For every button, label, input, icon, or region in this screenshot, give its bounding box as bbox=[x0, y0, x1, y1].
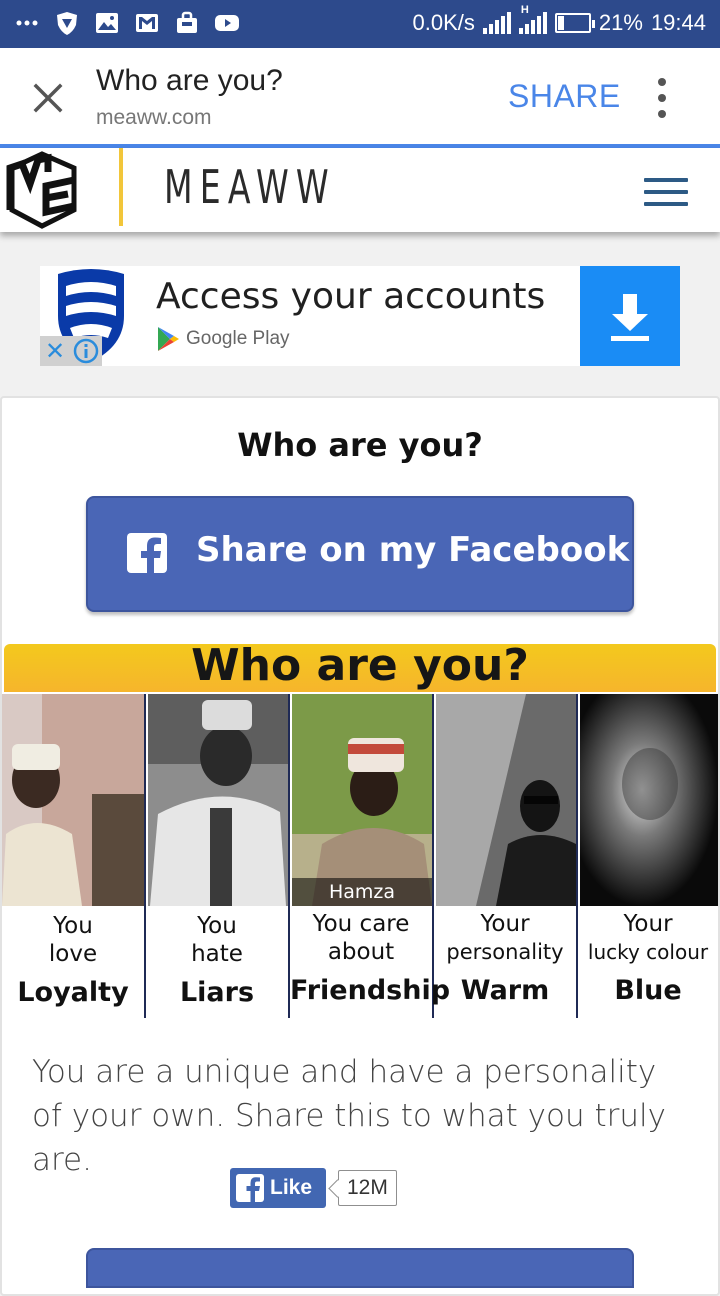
like-label: Like bbox=[270, 1176, 313, 1199]
column-question: You bbox=[53, 913, 93, 939]
bag-icon bbox=[177, 11, 197, 33]
image-icon bbox=[96, 13, 118, 33]
menu-icon[interactable] bbox=[644, 178, 688, 206]
result-column-4: Your personality Warm bbox=[434, 910, 576, 1008]
result-column-5: Your lucky colour Blue bbox=[578, 910, 718, 1008]
site-brand[interactable]: MEAWW bbox=[164, 160, 336, 214]
page-title: Who are you? bbox=[96, 64, 283, 97]
column-answer: Warm bbox=[460, 975, 550, 1006]
column-question: personality bbox=[446, 940, 564, 964]
quiz-description: You are a unique and have a personality … bbox=[32, 1054, 667, 1178]
ad-store-label: Google Play bbox=[186, 328, 290, 349]
quiz-result-image: Who are you? Hamza You love Loyalty You … bbox=[2, 642, 718, 1018]
photo-1 bbox=[2, 694, 144, 906]
ad-headline: Access your accounts bbox=[156, 276, 546, 317]
quiz-title: Who are you? bbox=[237, 426, 483, 464]
result-column-1: You love Loyalty bbox=[2, 912, 144, 1010]
facebook-icon bbox=[127, 533, 167, 574]
bottom-share-button[interactable] bbox=[86, 1248, 634, 1288]
column-question: lucky colour bbox=[587, 940, 709, 964]
ad-store: Google Play bbox=[156, 326, 290, 352]
google-play-icon bbox=[158, 327, 179, 351]
column-answer: Friendship bbox=[290, 975, 451, 1006]
status-bar: 0.0K/s H 21% 19:44 bbox=[0, 0, 720, 48]
column-question: about bbox=[327, 939, 395, 965]
column-question: You care bbox=[312, 911, 410, 937]
signal-h-icon: H bbox=[518, 4, 547, 34]
ad-info-icon[interactable] bbox=[70, 336, 102, 366]
name-tag: Hamza bbox=[292, 878, 432, 906]
share-facebook-button[interactable]: Share on my Facebook bbox=[86, 496, 634, 612]
download-icon[interactable] bbox=[580, 266, 680, 366]
ad-banner[interactable]: Access your accounts Google Play ✕ bbox=[40, 266, 680, 366]
signal-icon bbox=[482, 12, 511, 34]
photo-2 bbox=[148, 694, 288, 906]
gmail-icon bbox=[136, 14, 158, 32]
photo-4 bbox=[436, 694, 576, 906]
column-answer: Loyalty bbox=[17, 977, 129, 1008]
close-icon[interactable] bbox=[30, 80, 66, 116]
network-speed: 0.0K/s bbox=[412, 10, 475, 35]
column-question: You bbox=[197, 913, 237, 939]
ad-close-icon[interactable]: ✕ bbox=[40, 336, 70, 366]
more-dots-icon bbox=[16, 20, 38, 26]
like-button[interactable]: Like bbox=[230, 1168, 326, 1208]
result-column-3: You care about Friendship bbox=[290, 910, 451, 1008]
result-heading: Who are you? bbox=[191, 642, 529, 691]
facebook-like-widget: Like 12M bbox=[230, 1168, 397, 1208]
share-facebook-label: Share on my Facebook bbox=[196, 530, 630, 570]
photo-5 bbox=[580, 694, 718, 906]
clock: 19:44 bbox=[650, 10, 706, 35]
like-count: 12M bbox=[338, 1170, 397, 1206]
column-question: Your bbox=[623, 911, 673, 937]
more-options-icon[interactable] bbox=[654, 78, 670, 118]
photo-3 bbox=[292, 694, 432, 906]
battery-percent: 21% bbox=[598, 10, 643, 35]
shield-icon bbox=[57, 12, 77, 35]
column-question: love bbox=[48, 941, 98, 967]
youtube-icon bbox=[215, 15, 239, 31]
page-url: meaww.com bbox=[96, 106, 212, 129]
battery-icon bbox=[554, 13, 595, 33]
column-answer: Blue bbox=[614, 975, 682, 1006]
column-question: Your bbox=[480, 911, 530, 937]
meaww-logo[interactable] bbox=[4, 150, 80, 230]
column-answer: Liars bbox=[179, 977, 255, 1008]
site-header: MEAWW bbox=[0, 148, 720, 232]
result-column-2: You hate Liars bbox=[146, 912, 288, 1010]
browser-toolbar: Who are you? meaww.com SHARE bbox=[0, 48, 720, 144]
column-question: hate bbox=[191, 941, 243, 967]
share-button[interactable]: SHARE bbox=[508, 78, 621, 115]
facebook-icon bbox=[236, 1174, 264, 1202]
header-divider bbox=[119, 148, 123, 226]
